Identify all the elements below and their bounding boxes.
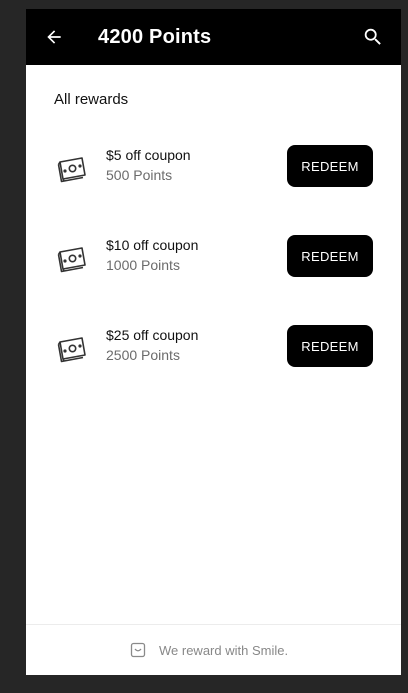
arrow-left-icon [47,30,61,44]
cash-icon [57,337,86,363]
reward-name: $5 off coupon [106,147,191,163]
app-bar: 4200 Points [26,9,401,65]
reward-points: 2500 Points [106,347,180,363]
reward-item: $5 off coupon 500 Points REDEEM [26,145,401,195]
reward-points: 1000 Points [106,257,180,273]
search-button[interactable] [359,23,387,51]
redeem-button[interactable]: REDEEM [287,325,373,367]
section-title: All rewards [54,91,129,108]
rewards-screen: 4200 Points All rewards $5 off coupon 50… [26,9,401,675]
reward-name: $25 off coupon [106,327,199,343]
footer: We reward with Smile. [26,624,401,675]
smile-bag-icon [130,642,146,658]
redeem-button[interactable]: REDEEM [287,145,373,187]
reward-name: $10 off coupon [106,237,199,253]
search-icon [364,28,381,45]
page-title: 4200 Points [98,26,212,48]
cash-icon [57,157,86,183]
back-button[interactable] [40,23,68,51]
reward-points: 500 Points [106,167,173,183]
reward-item: $25 off coupon 2500 Points REDEEM [26,325,401,375]
redeem-button[interactable]: REDEEM [287,235,373,277]
footer-text: We reward with Smile. [159,643,289,658]
cash-icon [57,247,86,273]
reward-item: $10 off coupon 1000 Points REDEEM [26,235,401,285]
